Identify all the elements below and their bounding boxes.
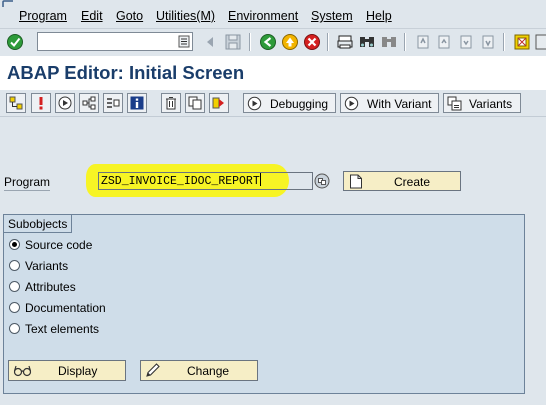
object-hierarchy-icon (9, 96, 23, 110)
glasses-icon (13, 365, 32, 377)
clock-execute-icon (58, 96, 72, 110)
toolbar-separator (327, 33, 329, 51)
trash-icon (166, 97, 176, 110)
scroll-left-icon[interactable] (202, 33, 220, 51)
info-icon (130, 96, 144, 110)
command-field[interactable] (37, 32, 193, 51)
radio-button[interactable] (9, 302, 20, 313)
toolbar-separator (503, 33, 505, 51)
enter-check-icon[interactable] (6, 33, 24, 51)
value-help-icon[interactable] (314, 173, 330, 189)
debug-clock-icon (247, 96, 262, 111)
program-input[interactable]: ZSD_INVOICE_IDOC_REPORT (98, 172, 313, 190)
copy-button[interactable] (185, 93, 205, 113)
new-document-icon (350, 174, 362, 189)
radio-button-selected[interactable] (9, 239, 20, 250)
program-label-underline (4, 190, 50, 191)
menu-system[interactable]: System (311, 9, 353, 23)
back-icon[interactable] (259, 33, 277, 51)
find-icon[interactable] (358, 33, 376, 51)
radio-button[interactable] (9, 323, 20, 334)
execute-variant-icon (344, 96, 359, 111)
toolbar-separator (249, 33, 251, 51)
change-button[interactable]: Change (140, 360, 258, 381)
rename-icon (212, 97, 224, 109)
command-history-icon[interactable] (178, 35, 190, 48)
where-used-button[interactable] (79, 93, 99, 113)
program-label: Program (4, 175, 51, 189)
menu-help[interactable]: Help (366, 9, 392, 23)
pencil-icon (146, 363, 160, 377)
previous-page-icon[interactable] (435, 33, 453, 51)
rename-button[interactable] (209, 93, 229, 113)
exit-icon[interactable] (281, 33, 299, 51)
object-list-icon (107, 98, 120, 108)
title-bar: ABAP Editor: Initial Screen (0, 56, 546, 90)
application-toolbar: Debugging With Variant Variants (0, 90, 546, 117)
next-page-icon[interactable] (457, 33, 475, 51)
other-object-button[interactable] (6, 93, 26, 113)
check-syntax-button[interactable] (31, 93, 51, 113)
create-button[interactable]: Create (343, 171, 461, 191)
first-page-icon[interactable] (414, 33, 432, 51)
variants-icon (447, 96, 462, 111)
shortcut-icon[interactable] (534, 33, 546, 51)
copy-icon (188, 96, 202, 110)
menu-edit[interactable]: Edit (81, 9, 103, 23)
print-icon[interactable] (336, 33, 354, 51)
command-input[interactable] (38, 33, 176, 50)
program-input-value: ZSD_INVOICE_IDOC_REPORT (101, 175, 260, 188)
last-page-icon[interactable] (479, 33, 497, 51)
menu-bar: Program Edit Goto Utilities(M) Environme… (0, 0, 546, 28)
display-object-list-button[interactable] (103, 93, 123, 113)
text-cursor (259, 173, 261, 186)
save-icon[interactable] (224, 33, 242, 51)
info-button[interactable] (127, 93, 147, 113)
where-used-list-icon (82, 96, 96, 110)
menu-utilities[interactable]: Utilities(M) (156, 9, 215, 23)
debugging-button[interactable]: Debugging (243, 93, 336, 113)
subobjects-title: Subobjects (4, 215, 73, 233)
page-title: ABAP Editor: Initial Screen (7, 62, 245, 83)
display-button[interactable]: Display (8, 360, 126, 381)
menu-program[interactable]: Program (19, 9, 67, 23)
menu-goto[interactable]: Goto (116, 9, 143, 23)
new-session-icon[interactable] (513, 33, 531, 51)
radio-button[interactable] (9, 281, 20, 292)
window-corner-icon (2, 0, 13, 7)
radio-button[interactable] (9, 260, 20, 271)
find-next-icon[interactable] (380, 33, 398, 51)
standard-toolbar (0, 28, 546, 54)
toolbar-separator (404, 33, 406, 51)
delete-button[interactable] (161, 93, 181, 113)
cancel-icon[interactable] (303, 33, 321, 51)
variants-button[interactable]: Variants (443, 93, 521, 113)
menu-environment[interactable]: Environment (228, 9, 298, 23)
exclamation-icon (39, 97, 43, 110)
execute-button[interactable] (55, 93, 75, 113)
subobjects-group: Subobjects Source code Variants Attribut… (3, 214, 525, 394)
with-variant-button[interactable]: With Variant (340, 93, 439, 113)
